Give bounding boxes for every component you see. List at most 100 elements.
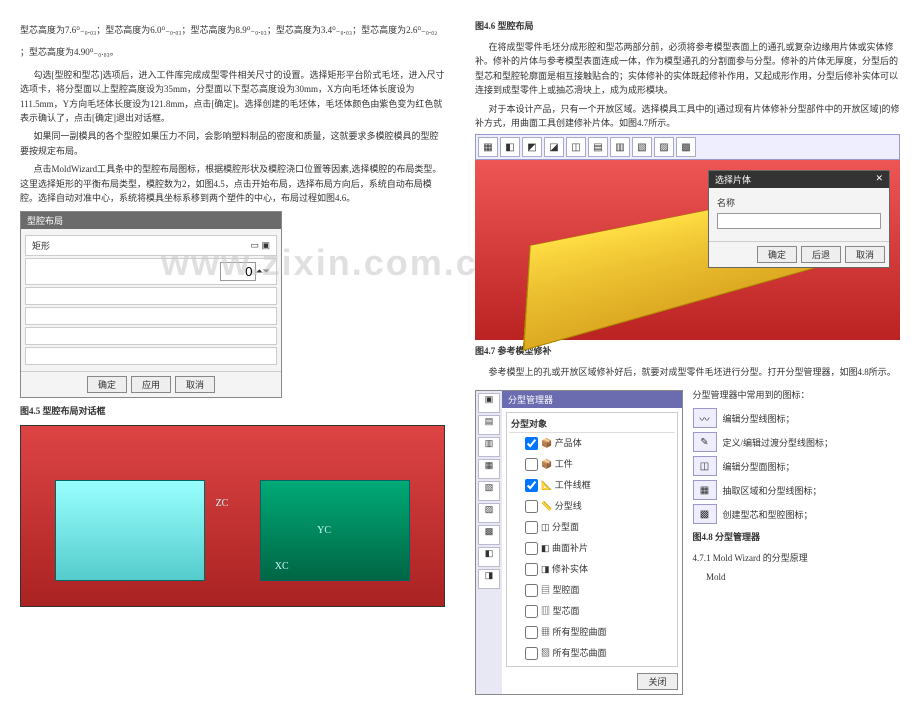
tree-checkbox[interactable] [525,437,538,450]
side-tool-icon[interactable]: ◨ [478,569,500,589]
paragraph: 对于本设计产品，只有一个开放区域。选择模具工具中的[通过现有片体修补分型部件中的… [475,102,900,131]
close-icon[interactable]: ✕ [875,173,883,186]
section-heading: 4.7.1 Mold Wizard 的分型原理 [693,551,901,565]
create-core-cavity-icon: ▩ [693,504,717,524]
tree-item[interactable]: 📦 工件 [509,454,675,475]
paragraph: 参考模型上的孔或开放区域修补好后，就要对成型零件毛坯进行分型。打开分型管理器，如… [475,365,900,379]
moldwizard-toolbar: ▦ ◧ ◩ ◪ ◫ ▤ ▥ ▧ ▨ ▩ [475,134,900,160]
parting-manager-panel: ▣ ▤ ▥ ▦ ▧ ▨ ▩ ◧ ◨ 分型管理器 分型 [475,390,683,695]
side-tool-icon[interactable]: ▥ [478,437,500,457]
axis-yc-label: YC [317,525,331,536]
axis-xc-label: XC [275,561,289,572]
figure-caption-4-6: 图4.6 型腔布局 [475,19,900,32]
paragraph: 点击MoldWizard工具条中的型腔布局图标，根据模腔形状及模腔浇口位置等因素… [20,162,445,205]
side-tool-icon[interactable]: ▧ [478,481,500,501]
axis-zc-label: ZC [216,498,229,509]
tree-checkbox[interactable] [525,605,538,618]
tree-checkbox[interactable] [525,479,538,492]
tree-item[interactable]: 📐 工件线框 [509,475,675,496]
blank-row [25,287,277,305]
ok-button[interactable]: 确定 [87,376,127,393]
blank-row [25,327,277,345]
tree-item[interactable]: ▧ 所有型芯曲面 [509,643,675,664]
icon-desc: 创建型芯和型腔图标； [723,508,813,521]
figure-4-7-panel: ▦ ◧ ◩ ◪ ◫ ▤ ▥ ▧ ▨ ▩ 选择片体 ✕ 名称 [475,134,900,340]
side-tool-icon[interactable]: ▦ [478,459,500,479]
icon-desc: 编辑分型线图标； [723,412,795,425]
paragraph: 勾选[型腔和型芯]选项后，进入工件库完成成型零件相关尺寸的设置。选择矩形平台阶式… [20,68,445,126]
cavity-layout-dialog: 型腔布局 矩形 ▭ ▣ ⏶⏷ 确定 应用 取消 www.z [20,211,282,398]
edit-parting-line-icon: 〰 [693,408,717,428]
blank-row [25,307,277,325]
count-input[interactable] [220,262,256,281]
extract-region-icon: ▦ [693,480,717,500]
paragraph: 如果同一副模具的各个型腔如果压力不同，会影响塑料制品的密度和质量，这就要求多模腔… [20,129,445,158]
tree-checkbox[interactable] [525,542,538,555]
tree-checkbox[interactable] [525,521,538,534]
cancel-button[interactable]: 取消 [175,376,215,393]
tree-checkbox[interactable] [525,626,538,639]
tree-header: 分型对象 [509,415,675,433]
layout-type-row[interactable]: 矩形 ▭ ▣ [25,235,277,256]
icon-desc: 抽取区域和分型线图标； [723,484,822,497]
tool-icon[interactable]: ▧ [632,137,652,157]
tree-checkbox[interactable] [525,647,538,660]
select-sheet-title: 选择片体 [715,173,751,186]
tree-checkbox[interactable] [525,563,538,576]
tool-icon[interactable]: ▨ [654,137,674,157]
select-sheet-dialog: 选择片体 ✕ 名称 确定 后退 取消 [708,170,890,268]
edit-transition-line-icon: ✎ [693,432,717,452]
tree-checkbox[interactable] [525,500,538,513]
edit-parting-surface-icon: ◫ [693,456,717,476]
tree-item[interactable]: ◫ 分型面 [509,517,675,538]
figure-caption-4-8: 图4.8 分型管理器 [693,530,901,543]
layout-type-label: 矩形 [32,239,50,252]
figure-caption-4-5: 图4.5 型腔布局对话框 [20,404,445,417]
tree-item[interactable]: ◨ 修补实体 [509,559,675,580]
formula-text-1: 型芯高度为7.6⁰₋₀.₀₃；型芯高度为6.0⁰₋₀.₀₃；型芯高度为8.9⁰₋… [20,23,445,37]
paragraph: 在将成型零件毛坯分成形腔和型芯两部分前，必须将参考模型表面上的通孔或复杂边缘用片… [475,40,900,98]
icon-desc: 定义/编辑过渡分型线图标； [723,436,834,449]
count-field[interactable]: ⏶⏷ [25,258,277,285]
tree-item[interactable]: 📦 产品体 [509,433,675,454]
tool-icon[interactable]: ▥ [610,137,630,157]
section-start: Mold [693,570,901,584]
close-button[interactable]: 关闭 [637,673,677,690]
ok-button[interactable]: 确定 [757,246,797,263]
tool-icon[interactable]: ◧ [500,137,520,157]
tool-icon[interactable]: ◪ [544,137,564,157]
side-tool-icon[interactable]: ◧ [478,547,500,567]
tool-icon[interactable]: ▩ [676,137,696,157]
tree-checkbox[interactable] [525,458,538,471]
blank-row [25,347,277,365]
name-label: 名称 [717,196,881,209]
tree-title: 分型管理器 [502,391,682,408]
side-tool-icon[interactable]: ▣ [478,393,500,413]
formula-text-2: ；型芯高度为4.90⁰₋₀.₀₃。 [20,45,445,59]
tool-icon[interactable]: ◩ [522,137,542,157]
tree-item[interactable]: ▥ 型芯面 [509,601,675,622]
cancel-button[interactable]: 取消 [845,246,885,263]
back-button[interactable]: 后退 [801,246,841,263]
stepper-icon[interactable]: ⏶⏷ [256,266,270,277]
tool-icon[interactable]: ◫ [566,137,586,157]
stepper-icons[interactable]: ▭ ▣ [250,240,270,251]
icon-legend: 〰编辑分型线图标； ✎ 定义/编辑过渡分型线图标； ◫ 编辑分型面图标； ▦ 抽取区域… [693,408,901,524]
tool-icon[interactable]: ▤ [588,137,608,157]
patch-render: 选择片体 ✕ 名称 确定 后退 取消 [475,160,900,340]
tree-checkbox[interactable] [525,584,538,597]
tree-item[interactable]: ▦ 所有型腔曲面 [509,622,675,643]
tree-item[interactable]: ◧ 曲面补片 [509,538,675,559]
name-input[interactable] [717,213,881,229]
tool-icon[interactable]: ▦ [478,137,498,157]
side-tool-icon[interactable]: ▩ [478,525,500,545]
side-tool-icon[interactable]: ▤ [478,415,500,435]
cavity-left [55,480,205,581]
icon-desc: 编辑分型面图标； [723,460,795,473]
apply-button[interactable]: 应用 [131,376,171,393]
dialog-title: 型腔布局 [21,212,281,229]
cavity-layout-render: ZC YC XC [20,425,445,607]
tree-item[interactable]: ▤ 型腔面 [509,580,675,601]
side-tool-icon[interactable]: ▨ [478,503,500,523]
tree-item[interactable]: 📏 分型线 [509,496,675,517]
